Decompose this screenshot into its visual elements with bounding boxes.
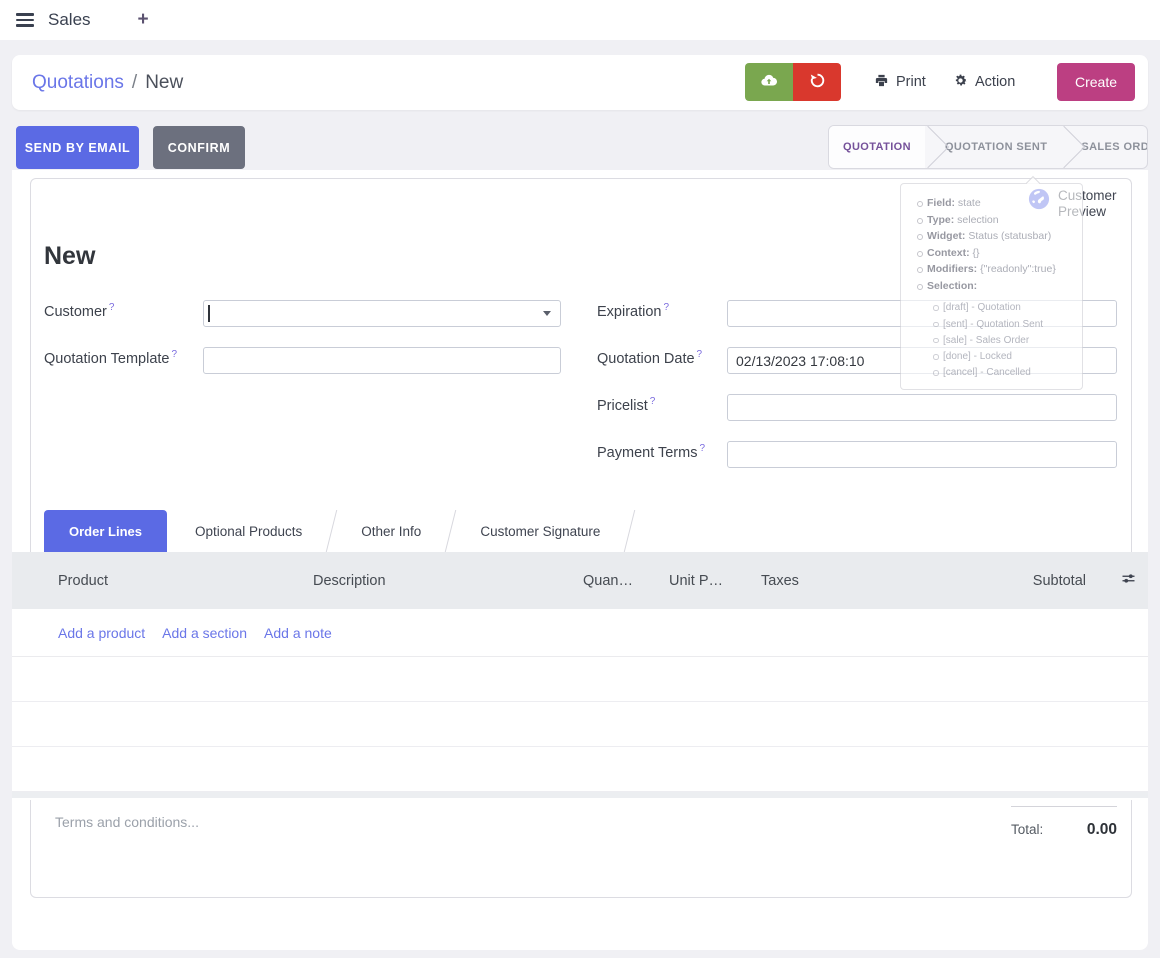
chevron-down-icon[interactable] [543, 311, 551, 316]
customer-input[interactable] [203, 300, 561, 327]
confirm-button[interactable]: CONFIRM [153, 126, 245, 169]
table-row [12, 747, 1148, 792]
print-button[interactable]: Print [874, 63, 926, 101]
add-a-product-link[interactable]: Add a product [58, 625, 145, 641]
gear-icon [953, 73, 968, 92]
debug-field-tooltip: Field: state Type: selection Widget: Sta… [900, 183, 1083, 390]
quotation-date-label: Quotation Date? [597, 349, 702, 367]
statusbar: QUOTATION QUOTATION SENT SALES ORDER [828, 125, 1148, 169]
quotation-template-input[interactable] [203, 347, 561, 374]
column-taxes: Taxes [723, 573, 966, 589]
page-title: New [44, 242, 95, 271]
quotation-template-label: Quotation Template? [44, 349, 177, 367]
send-by-email-button[interactable]: SEND BY EMAIL [16, 126, 139, 169]
action-label: Action [975, 74, 1015, 90]
control-panel: Quotations / New [12, 55, 1148, 110]
tab-customer-signature[interactable]: Customer Signature [452, 510, 628, 552]
debug-help-marker: ? [697, 349, 703, 360]
debug-help-marker: ? [663, 302, 669, 313]
form-view: New Customer? Quotation Template? Expira… [12, 170, 1148, 950]
terms-and-conditions-input[interactable] [55, 814, 675, 884]
expiration-label: Expiration? [597, 302, 669, 320]
add-a-section-link[interactable]: Add a section [162, 625, 247, 641]
sliders-icon [1121, 571, 1136, 590]
add-a-note-link[interactable]: Add a note [264, 625, 332, 641]
create-button[interactable]: Create [1057, 63, 1135, 101]
tooltip-selection-list: [draft] - Quotation [sent] - Quotation S… [917, 300, 1074, 381]
tab-order-lines[interactable]: Order Lines [44, 510, 167, 552]
hamburger-menu-icon[interactable] [16, 13, 34, 27]
optional-columns-button[interactable] [1086, 571, 1148, 590]
app-menu-sales[interactable]: Sales [48, 10, 91, 30]
print-label: Print [896, 74, 926, 90]
payment-terms-label: Payment Terms? [597, 443, 705, 461]
customer-field [203, 300, 561, 327]
debug-help-marker: ? [699, 443, 705, 454]
breadcrumb-separator: / [132, 72, 137, 94]
column-product: Product [58, 573, 313, 589]
table-add-row: Add a product Add a section Add a note [12, 609, 1148, 657]
total-value: 0.00 [1087, 821, 1117, 839]
payment-terms-input[interactable] [727, 441, 1117, 468]
order-total: Total: 0.00 [1011, 806, 1117, 839]
breadcrumb-quotations-link[interactable]: Quotations [32, 72, 124, 94]
table-footer-strip [12, 792, 1148, 798]
table-row [12, 657, 1148, 702]
printer-icon [874, 73, 889, 92]
order-lines-table: Product Description Quan… Unit P… Taxes … [12, 552, 1148, 798]
tab-other-info[interactable]: Other Info [333, 510, 449, 552]
save-button[interactable] [745, 63, 793, 101]
column-subtotal: Subtotal [966, 573, 1086, 589]
cloud-upload-icon [760, 72, 778, 93]
pricelist-label: Pricelist? [597, 396, 655, 414]
undo-icon [809, 72, 826, 92]
save-indicator-group [745, 63, 841, 101]
debug-help-marker: ? [650, 396, 656, 407]
breadcrumb: Quotations / New [32, 55, 183, 110]
discard-button[interactable] [793, 63, 841, 101]
top-navbar: Sales + [0, 0, 1160, 40]
notebook-tabs: Order Lines Optional Products Other Info… [44, 510, 631, 552]
debug-help-marker: ? [109, 302, 115, 313]
total-label: Total: [1011, 822, 1043, 837]
column-description: Description [313, 573, 543, 589]
customer-label: Customer? [44, 302, 114, 320]
tab-optional-products[interactable]: Optional Products [167, 510, 330, 552]
debug-help-marker: ? [171, 349, 177, 360]
breadcrumb-current: New [145, 72, 183, 94]
plus-icon[interactable]: + [138, 9, 149, 31]
text-cursor [208, 305, 210, 322]
column-unit-price: Unit P… [633, 573, 723, 589]
action-button[interactable]: Action [953, 63, 1015, 101]
status-step-quotation-sent[interactable]: QUOTATION SENT [931, 126, 1061, 168]
table-row [12, 702, 1148, 747]
pricelist-input[interactable] [727, 394, 1117, 421]
column-quantity: Quan… [543, 573, 633, 589]
table-header-row: Product Description Quan… Unit P… Taxes … [12, 552, 1148, 609]
form-sheet-bottom: Total: 0.00 [30, 800, 1132, 898]
